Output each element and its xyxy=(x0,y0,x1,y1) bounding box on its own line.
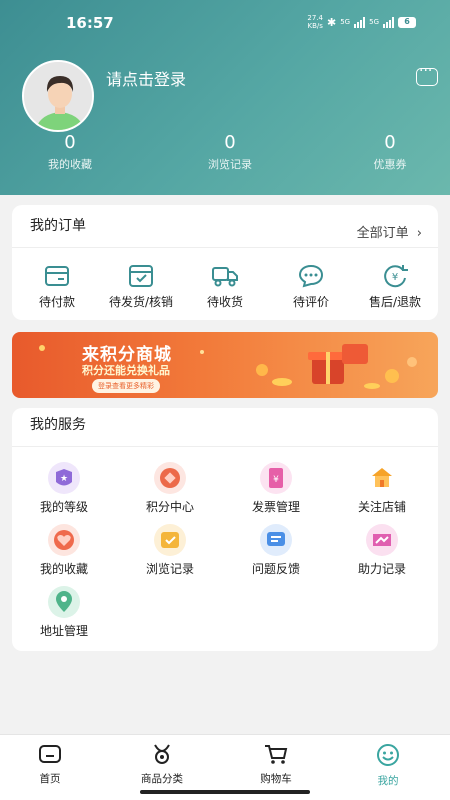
services-card: 我的服务 ★ 我的等级 积分中心 ¥ 发票管理 关注店铺 我的收藏 浏览记录 问… xyxy=(12,408,438,651)
divider xyxy=(12,446,438,447)
order-label: 售后/退款 xyxy=(368,295,422,309)
service-assist-records[interactable]: 助力记录 xyxy=(330,524,434,577)
service-invoice[interactable]: ¥ 发票管理 xyxy=(224,462,328,515)
status-time: 16:57 xyxy=(66,14,114,32)
profile-header: 16:57 27.4KB/s ✱ 5G 5G 6 请点击登录 0 我的收藏 0 … xyxy=(0,0,450,195)
orders-title: 我的订单 xyxy=(30,218,86,234)
tab-label: 商品分类 xyxy=(141,773,183,785)
tab-label: 首页 xyxy=(39,773,61,785)
service-label: 问题反馈 xyxy=(251,562,300,576)
orders-card: 我的订单 全部订单 › 待付款 待发货/核销 待收货 待评价 ¥ 售后/退款 xyxy=(12,205,438,320)
history-icon xyxy=(154,524,186,556)
bluetooth-icon: ✱ xyxy=(327,15,337,29)
service-browse-history[interactable]: 浏览记录 xyxy=(118,524,222,577)
points-icon xyxy=(154,462,186,494)
service-label: 关注店铺 xyxy=(357,500,406,514)
stat-value: 0 xyxy=(64,132,76,153)
invoice-icon: ¥ xyxy=(260,462,292,494)
service-label: 我的收藏 xyxy=(39,562,88,576)
store-icon xyxy=(366,462,398,494)
favorite-icon xyxy=(48,524,80,556)
feedback-icon xyxy=(260,524,292,556)
signal-2-label: 5G xyxy=(369,18,379,26)
stat-history[interactable]: 0 浏览记录 xyxy=(190,132,270,172)
message-icon[interactable] xyxy=(416,63,438,86)
service-points-center[interactable]: 积分中心 xyxy=(118,462,222,515)
avatar[interactable] xyxy=(22,60,94,132)
smile-icon xyxy=(348,743,428,771)
status-bar: 16:57 27.4 KB/s ✱ 5G 5G 6 xyxy=(0,0,450,40)
net-speed: 27.4 KB/s xyxy=(307,14,323,30)
order-pending-payment[interactable]: 待付款 xyxy=(12,263,102,310)
tab-categories[interactable]: 商品分类 xyxy=(122,743,202,786)
service-my-favorites[interactable]: 我的收藏 xyxy=(12,524,116,577)
points-mall-banner[interactable]: 来积分商城 积分还能兑换礼品 登录查看更多精彩 xyxy=(12,332,438,398)
banner-button[interactable]: 登录查看更多精彩 xyxy=(92,379,160,393)
services-title: 我的服务 xyxy=(30,417,86,433)
tab-label: 我的 xyxy=(377,775,399,787)
all-orders-link[interactable]: 全部订单 › xyxy=(357,222,422,241)
tab-mine[interactable]: 我的 xyxy=(348,743,428,788)
tab-home[interactable]: 首页 xyxy=(10,743,90,786)
refund-icon: ¥ xyxy=(381,263,409,289)
svg-text:¥: ¥ xyxy=(392,272,398,283)
chevron-right-icon: › xyxy=(416,226,422,241)
service-followed-stores[interactable]: 关注店铺 xyxy=(330,462,434,515)
signal-1-icon xyxy=(354,16,366,28)
order-label: 待付款 xyxy=(38,295,75,309)
order-pending-shipment[interactable]: 待发货/核销 xyxy=(96,263,186,310)
service-my-level[interactable]: ★ 我的等级 xyxy=(12,462,116,515)
service-label: 发票管理 xyxy=(251,500,300,514)
status-icons: 27.4 KB/s ✱ 5G 5G 6 xyxy=(307,14,416,30)
service-label: 浏览记录 xyxy=(145,562,194,576)
stat-label: 优惠券 xyxy=(373,158,407,171)
tab-label: 购物车 xyxy=(260,773,292,785)
order-after-sales[interactable]: ¥ 售后/退款 xyxy=(350,263,440,310)
divider xyxy=(12,247,438,248)
home-indicator[interactable] xyxy=(140,790,310,794)
svg-text:★: ★ xyxy=(60,474,68,484)
service-label: 地址管理 xyxy=(39,624,88,638)
service-label: 我的等级 xyxy=(39,500,88,514)
location-icon xyxy=(48,586,80,618)
login-prompt[interactable]: 请点击登录 xyxy=(106,66,186,90)
order-pending-review[interactable]: 待评价 xyxy=(266,263,356,310)
svg-text:¥: ¥ xyxy=(273,475,279,485)
battery-icon: 6 xyxy=(398,16,416,28)
stat-coupons[interactable]: 0 优惠券 xyxy=(350,132,430,172)
stat-value: 0 xyxy=(224,132,236,153)
level-icon: ★ xyxy=(48,462,80,494)
tab-cart[interactable]: 购物车 xyxy=(236,743,316,786)
category-icon xyxy=(122,743,202,769)
banner-subtitle: 积分还能兑换礼品 xyxy=(82,364,170,377)
service-feedback[interactable]: 问题反馈 xyxy=(224,524,328,577)
order-label: 待收货 xyxy=(206,295,243,309)
truck-icon xyxy=(211,263,239,289)
package-icon xyxy=(127,263,155,289)
stat-favorites[interactable]: 0 我的收藏 xyxy=(30,132,110,172)
banner-decoration xyxy=(39,344,417,389)
assist-icon xyxy=(366,524,398,556)
wallet-icon xyxy=(43,263,71,289)
service-address-management[interactable]: 地址管理 xyxy=(12,586,116,639)
user-avatar-icon xyxy=(24,62,92,130)
cart-icon xyxy=(236,743,316,769)
stat-value: 0 xyxy=(384,132,396,153)
service-label: 积分中心 xyxy=(145,500,194,514)
order-label: 待发货/核销 xyxy=(108,295,174,309)
signal-1-label: 5G xyxy=(340,18,351,26)
home-icon xyxy=(10,743,90,769)
order-label: 待评价 xyxy=(292,295,329,309)
stat-label: 浏览记录 xyxy=(208,158,252,171)
order-pending-receipt[interactable]: 待收货 xyxy=(180,263,270,310)
stat-label: 我的收藏 xyxy=(48,158,92,171)
chat-icon xyxy=(297,263,325,289)
signal-2-icon xyxy=(383,16,394,28)
service-label: 助力记录 xyxy=(357,562,406,576)
